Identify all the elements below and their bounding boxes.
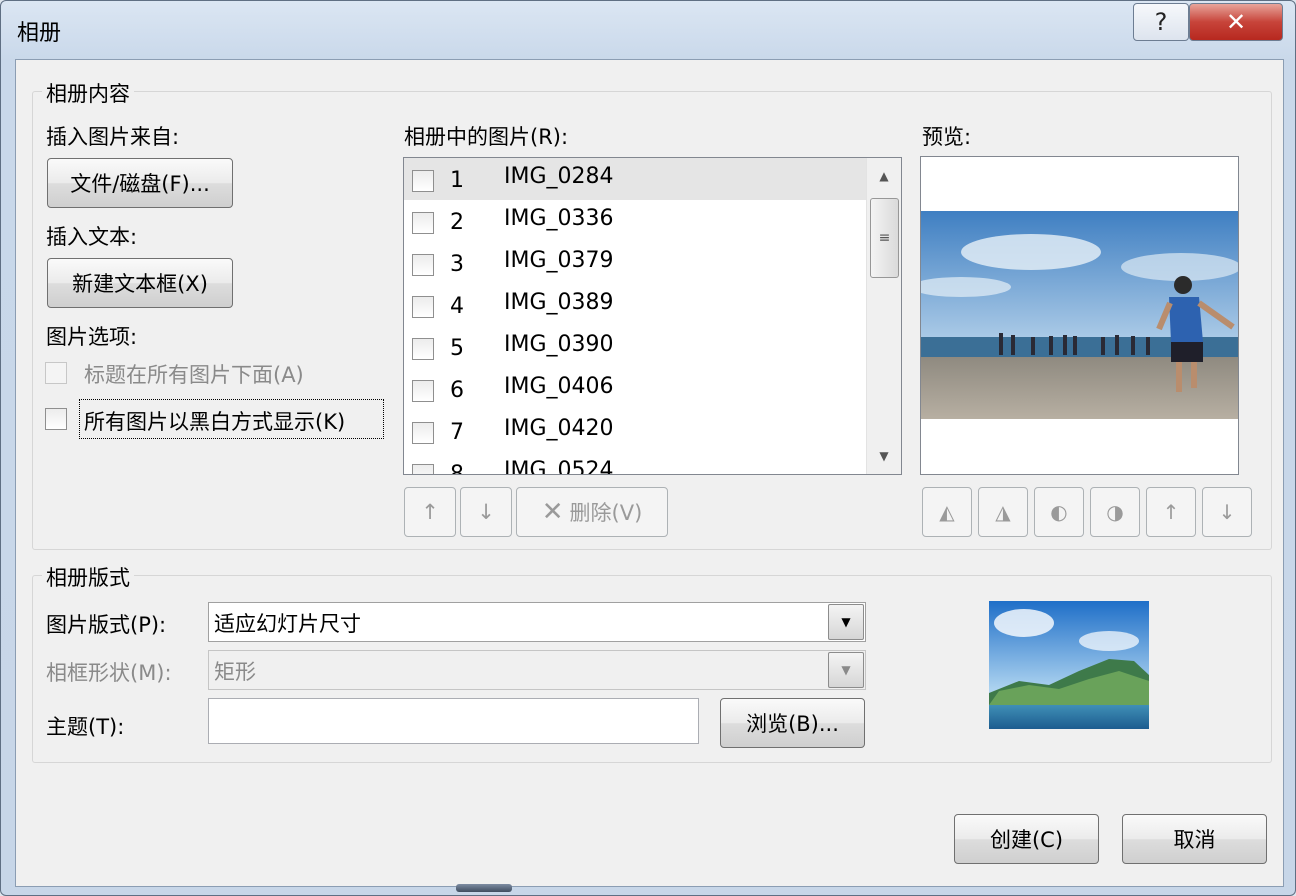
list-item-name: IMG_0420	[504, 416, 614, 441]
theme-input[interactable]	[208, 698, 699, 744]
list-item[interactable]: 1 IMG_0284	[404, 158, 866, 200]
list-item[interactable]: 3 IMG_0379	[404, 242, 866, 284]
help-button[interactable]: ?	[1133, 3, 1189, 41]
list-item-name: IMG_0284	[504, 164, 614, 189]
theme-label: 主题(T):	[46, 715, 125, 739]
delete-button-label: 删除(V)	[569, 501, 643, 525]
scroll-down-arrow-icon[interactable]: ▼	[867, 442, 901, 470]
picture-layout-select[interactable]: 适应幻灯片尺寸 ▼	[208, 602, 866, 642]
list-item-number: 3	[450, 252, 464, 277]
insert-picture-label: 插入图片来自:	[46, 125, 180, 149]
insert-text-label: 插入文本:	[46, 225, 138, 249]
list-item[interactable]: 6 IMG_0406	[404, 368, 866, 410]
list-item-name: IMG_0389	[504, 290, 614, 315]
move-up-button[interactable]: ↑	[404, 487, 456, 537]
list-item-number: 6	[450, 378, 464, 403]
album-content-title: 相册内容	[42, 78, 134, 108]
file-disk-button[interactable]: 文件/磁盘(F)...	[47, 158, 233, 208]
list-item-number: 8	[450, 462, 464, 475]
increase-contrast-button[interactable]: ◐	[1034, 487, 1084, 537]
dialog-client-area: 相册内容 插入图片来自: 文件/磁盘(F)... 插入文本: 新建文本框(X) …	[15, 59, 1284, 887]
album-pictures-list[interactable]: 1 IMG_0284 2 IMG_0336 3 IMG_0379 4 IMG_0…	[403, 157, 902, 475]
picture-options-label: 图片选项:	[46, 325, 138, 349]
list-item-name: IMG_0406	[504, 374, 614, 399]
list-scrollbar[interactable]: ▲ ≡ ▼	[866, 158, 901, 474]
create-button[interactable]: 创建(C)	[954, 814, 1099, 864]
list-item-checkbox[interactable]	[412, 380, 434, 402]
delete-button[interactable]: ✕ 删除(V)	[516, 487, 668, 537]
frame-shape-label: 相框形状(M):	[46, 661, 172, 685]
list-item-name: IMG_0390	[504, 332, 614, 357]
preview-image	[921, 211, 1238, 419]
move-down-button[interactable]: ↓	[460, 487, 512, 537]
picture-layout-value: 适应幻灯片尺寸	[214, 612, 361, 636]
list-item[interactable]: 8 IMG_0524	[404, 452, 866, 475]
list-item[interactable]: 2 IMG_0336	[404, 200, 866, 242]
list-item-number: 4	[450, 294, 464, 319]
list-item-checkbox[interactable]	[412, 296, 434, 318]
preview-pane	[920, 156, 1239, 475]
list-item[interactable]: 4 IMG_0389	[404, 284, 866, 326]
black-white-option-label[interactable]: 所有图片以黑白方式显示(K)	[84, 406, 345, 436]
list-item-number: 5	[450, 336, 464, 361]
list-item-number: 1	[450, 168, 464, 193]
browse-button[interactable]: 浏览(B)...	[720, 698, 865, 748]
frame-shape-select[interactable]: 矩形 ▼	[208, 650, 866, 690]
delete-x-icon: ✕	[541, 497, 564, 527]
list-item-name: IMG_0524	[504, 458, 614, 475]
chevron-down-icon[interactable]: ▼	[828, 652, 864, 688]
dialog-title: 相册	[17, 21, 62, 46]
layout-preview-image	[989, 601, 1149, 729]
new-textbox-button[interactable]: 新建文本框(X)	[47, 258, 233, 308]
increase-brightness-button[interactable]: ↑	[1146, 487, 1196, 537]
list-item-number: 7	[450, 420, 464, 445]
list-item[interactable]: 7 IMG_0420	[404, 410, 866, 452]
cancel-button[interactable]: 取消	[1122, 814, 1267, 864]
list-item-checkbox[interactable]	[412, 212, 434, 234]
list-item-checkbox[interactable]	[412, 338, 434, 360]
black-white-checkbox[interactable]	[45, 408, 67, 430]
frame-shape-value: 矩形	[214, 660, 256, 684]
rotate-right-button[interactable]: ◮	[978, 487, 1028, 537]
list-item-checkbox[interactable]	[412, 422, 434, 444]
photo-album-dialog: 相册 ? ✕ 相册内容 插入图片来自: 文件/磁盘(F)... 插入文本: 新建…	[0, 0, 1296, 896]
decrease-brightness-button[interactable]: ↓	[1202, 487, 1252, 537]
close-button[interactable]: ✕	[1189, 3, 1283, 41]
decrease-contrast-button[interactable]: ◑	[1090, 487, 1140, 537]
list-item-checkbox[interactable]	[412, 464, 434, 474]
preview-label: 预览:	[922, 125, 972, 149]
list-item-checkbox[interactable]	[412, 254, 434, 276]
caption-option-label: 标题在所有图片下面(A)	[84, 363, 304, 387]
album-pictures-label: 相册中的图片(R):	[404, 125, 569, 149]
list-item-name: IMG_0379	[504, 248, 614, 273]
scroll-up-arrow-icon[interactable]: ▲	[867, 162, 901, 190]
taskbar-grip	[456, 884, 512, 892]
list-item-number: 2	[450, 210, 464, 235]
rotate-left-button[interactable]: ◭	[922, 487, 972, 537]
scroll-thumb[interactable]: ≡	[870, 198, 899, 278]
caption-checkbox[interactable]	[45, 362, 67, 384]
list-item-name: IMG_0336	[504, 206, 614, 231]
album-layout-title: 相册版式	[42, 562, 134, 592]
list-item[interactable]: 5 IMG_0390	[404, 326, 866, 368]
chevron-down-icon[interactable]: ▼	[828, 604, 864, 640]
list-item-checkbox[interactable]	[412, 170, 434, 192]
picture-layout-label: 图片版式(P):	[46, 613, 167, 637]
